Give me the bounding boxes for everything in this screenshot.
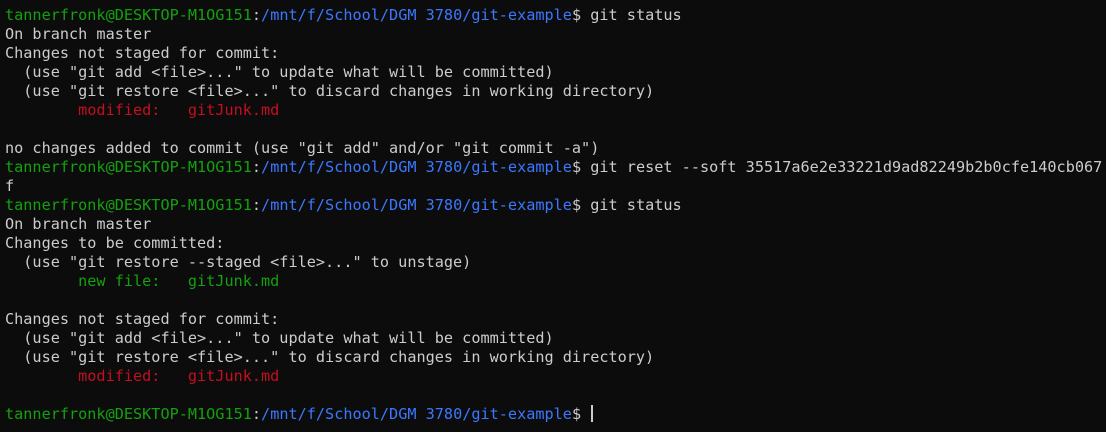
new-file-label: new file: [5, 272, 188, 290]
prompt-separator: : [251, 158, 262, 176]
output-line: Changes not staged for commit: [5, 310, 280, 328]
command-text: git status [590, 6, 682, 24]
modified-file-line: modified: gitJunk.md [5, 367, 1106, 386]
new-file-line: new file: gitJunk.md [5, 272, 1106, 291]
modified-file-name: gitJunk.md [187, 101, 280, 119]
command-wrap-line: f [5, 177, 15, 195]
command-text: git status [590, 196, 682, 214]
output-line: (use "git restore <file>..." to discard … [5, 348, 655, 366]
output-line: (use "git add <file>..." to update what … [5, 329, 554, 347]
output-line: Changes to be committed: [5, 234, 225, 252]
prompt-path: /mnt/f/School/DGM 3780/git-example [261, 196, 572, 214]
output-line: (use "git add <file>..." to update what … [5, 63, 554, 81]
prompt-line: tannerfronk@DESKTOP-M1OG151:/mnt/f/Schoo… [5, 6, 1106, 25]
prompt-path: /mnt/f/School/DGM 3780/git-example [261, 405, 572, 423]
modified-file-line: modified: gitJunk.md [5, 101, 1106, 120]
output-line: (use "git restore --staged <file>..." to… [5, 253, 472, 271]
prompt-line: tannerfronk@DESKTOP-M1OG151:/mnt/f/Schoo… [5, 158, 1106, 177]
prompt-separator: : [251, 6, 262, 24]
modified-file-name: gitJunk.md [187, 367, 280, 385]
prompt-symbol: $ [571, 158, 591, 176]
new-file-name: gitJunk.md [187, 272, 280, 290]
prompt-symbol: $ [571, 405, 591, 423]
prompt-separator: : [251, 405, 262, 423]
active-prompt-line[interactable]: tannerfronk@DESKTOP-M1OG151:/mnt/f/Schoo… [5, 405, 1106, 424]
prompt-line: tannerfronk@DESKTOP-M1OG151:/mnt/f/Schoo… [5, 196, 1106, 215]
prompt-symbol: $ [571, 196, 591, 214]
prompt-path: /mnt/f/School/DGM 3780/git-example [261, 6, 572, 24]
modified-label: modified: [5, 101, 188, 119]
prompt-path: /mnt/f/School/DGM 3780/git-example [261, 158, 572, 176]
prompt-user-host: tannerfronk@DESKTOP-M1OG151 [5, 196, 252, 214]
prompt-separator: : [251, 196, 262, 214]
prompt-user-host: tannerfronk@DESKTOP-M1OG151 [5, 405, 252, 423]
prompt-user-host: tannerfronk@DESKTOP-M1OG151 [5, 158, 252, 176]
command-text: git reset --soft 35517a6e2e33221d9ad8224… [590, 158, 1103, 176]
prompt-symbol: $ [571, 6, 591, 24]
modified-label: modified: [5, 367, 188, 385]
output-line: Changes not staged for commit: [5, 44, 280, 62]
output-line: (use "git restore <file>..." to discard … [5, 82, 655, 100]
prompt-user-host: tannerfronk@DESKTOP-M1OG151 [5, 6, 252, 24]
output-line: On branch master [5, 25, 152, 43]
output-line: no changes added to commit (use "git add… [5, 139, 600, 157]
text-cursor[interactable] [591, 405, 593, 422]
terminal-window[interactable]: tannerfronk@DESKTOP-M1OG151:/mnt/f/Schoo… [0, 0, 1106, 432]
output-line: On branch master [5, 215, 152, 233]
